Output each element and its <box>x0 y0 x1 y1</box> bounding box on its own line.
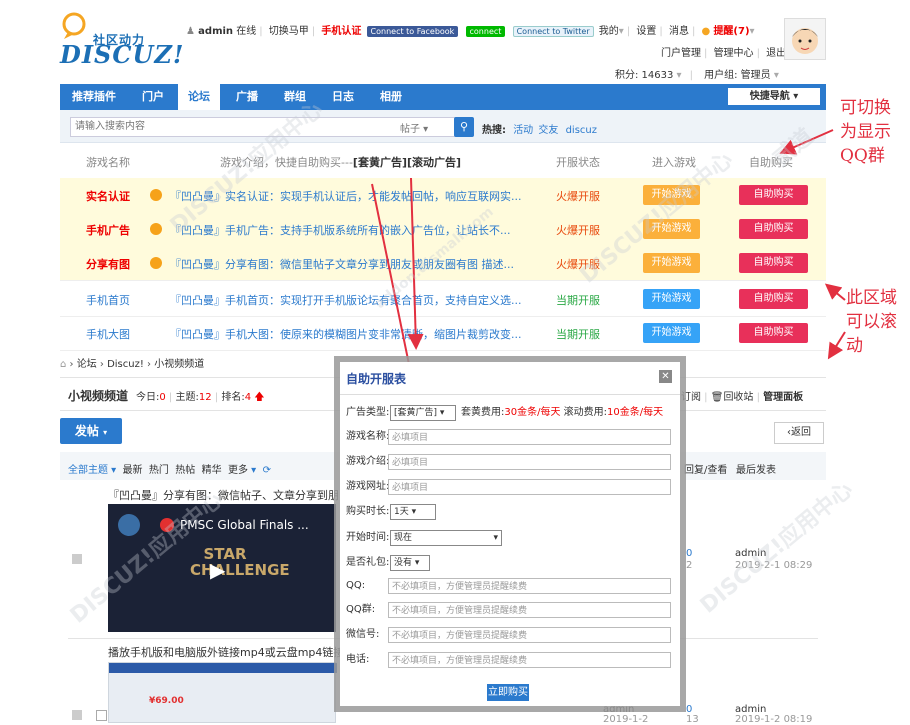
gift-select[interactable]: 没有 ▾ <box>390 555 430 571</box>
filter-digest[interactable]: 精华 <box>202 465 222 476</box>
forum-actions: 订阅 | 🗑回收站 | 管理面板 <box>681 392 804 403</box>
duration-label: 购买时长: <box>346 506 390 517</box>
filter-all[interactable]: 全部主题 <box>68 465 108 476</box>
game-url-label: 游戏网址: <box>346 481 390 492</box>
filter-latest[interactable]: 最新 <box>123 465 143 476</box>
breadcrumb-forum[interactable]: 论坛 <box>77 359 97 370</box>
fee-text: 套黄费用:30金条/每天 滚动费用:10金条/每天 <box>461 407 664 418</box>
last-post-time: 2019-1-2 08:19 <box>735 714 813 725</box>
forum-name: 小视频频道 <box>68 389 129 403</box>
home-icon[interactable]: ⌂ <box>60 359 66 370</box>
filter-hot[interactable]: 热门 <box>149 465 169 476</box>
game-name-input[interactable]: 必填项目 <box>388 429 671 445</box>
view-count: 2 <box>686 560 693 571</box>
screenshot-header <box>109 663 337 673</box>
breadcrumb-channel[interactable]: 小视频频道 <box>154 359 204 370</box>
qq-group-label: QQ群: <box>346 604 376 615</box>
back-button[interactable]: ‹返回 <box>774 422 824 444</box>
game-intro-input[interactable]: 必填项目 <box>388 454 671 470</box>
close-icon[interactable]: ✕ <box>659 370 672 383</box>
admin-panel-link[interactable]: 管理面板 <box>763 392 803 403</box>
start-time-label: 开始时间: <box>346 532 390 543</box>
thread-folder-icon <box>72 554 82 564</box>
gift-label: 是否礼包: <box>346 557 390 568</box>
view-count: 13 <box>686 714 699 725</box>
wechat-label: 微信号: <box>346 629 380 640</box>
self-service-dialog: 自助开服表 ✕ 广告类型: [套黄广告] ▾ 套黄费用:30金条/每天 滚动费用… <box>340 362 680 706</box>
qq-label: QQ: <box>346 580 366 591</box>
game-name-label: 游戏名称: <box>346 431 390 442</box>
duration-select[interactable]: 1天 ▾ <box>390 504 436 520</box>
wechat-input[interactable]: 不必填项目，方便管理员提醒续费 <box>388 627 671 643</box>
start-time-select[interactable]: 现在 ▾ <box>390 530 502 546</box>
refresh-icon[interactable]: ⟳ <box>263 465 271 476</box>
filter-hot-posts[interactable]: 热帖 <box>175 465 195 476</box>
phone-input[interactable]: 不必填项目，方便管理员提醒续费 <box>388 652 671 668</box>
post-button[interactable]: 发帖 ▾ <box>60 418 122 444</box>
filter-more[interactable]: 更多 <box>228 465 248 476</box>
caret-down-icon: ▾ <box>103 428 108 437</box>
ad-type-row: 广告类型: <box>346 403 389 423</box>
thread-checkbox[interactable] <box>96 710 107 721</box>
channel-icon <box>118 514 140 536</box>
game-url-input[interactable]: 必填项目 <box>388 479 671 495</box>
filter-tabs: 全部主题 ▾ 最新 热门 热帖 精华 更多 ▾ ⟳ <box>68 465 271 476</box>
ad-type-label: 广告类型: <box>346 407 390 418</box>
price-text: ¥69.00 <box>149 696 184 706</box>
buy-now-button[interactable]: 立即购买 <box>487 684 529 701</box>
game-intro-label: 游戏介绍: <box>346 456 390 467</box>
rank-up-icon: 🡅 <box>251 392 265 403</box>
play-icon[interactable]: ▶ <box>210 558 225 582</box>
phone-label: 电话: <box>346 654 370 665</box>
qq-input[interactable]: 不必填项目，方便管理员提醒续费 <box>388 578 671 594</box>
col-last-post: 最后发表 <box>736 465 776 476</box>
recycle-link[interactable]: 回收站 <box>723 392 753 403</box>
reply-count: 0 <box>686 548 693 559</box>
breadcrumb: ⌂ › 论坛 › Discuz! › 小视频频道 <box>60 359 205 370</box>
ad-type-select[interactable]: [套黄广告] ▾ <box>390 405 456 421</box>
modal-divider <box>340 394 680 395</box>
thread-title[interactable]: 播放手机版和电脑版外链接mp4或云盘mp4链接 <box>108 644 344 660</box>
thread-folder-icon <box>72 710 82 720</box>
modal-title: 自助开服表 <box>346 372 407 386</box>
trash-icon: 🗑 <box>710 392 724 403</box>
forum-stats: 今日:0 | 主题:12 | 排名:4 🡅 <box>136 392 265 403</box>
col-reply-view: 回复/查看 <box>684 465 728 476</box>
thread-image[interactable]: ¥69.00 <box>108 662 337 723</box>
thread-date: 2019-1-2 <box>603 714 649 725</box>
qq-group-input[interactable]: 不必填项目，方便管理员提醒续费 <box>388 602 671 618</box>
breadcrumb-discuz[interactable]: Discuz! <box>107 359 144 370</box>
